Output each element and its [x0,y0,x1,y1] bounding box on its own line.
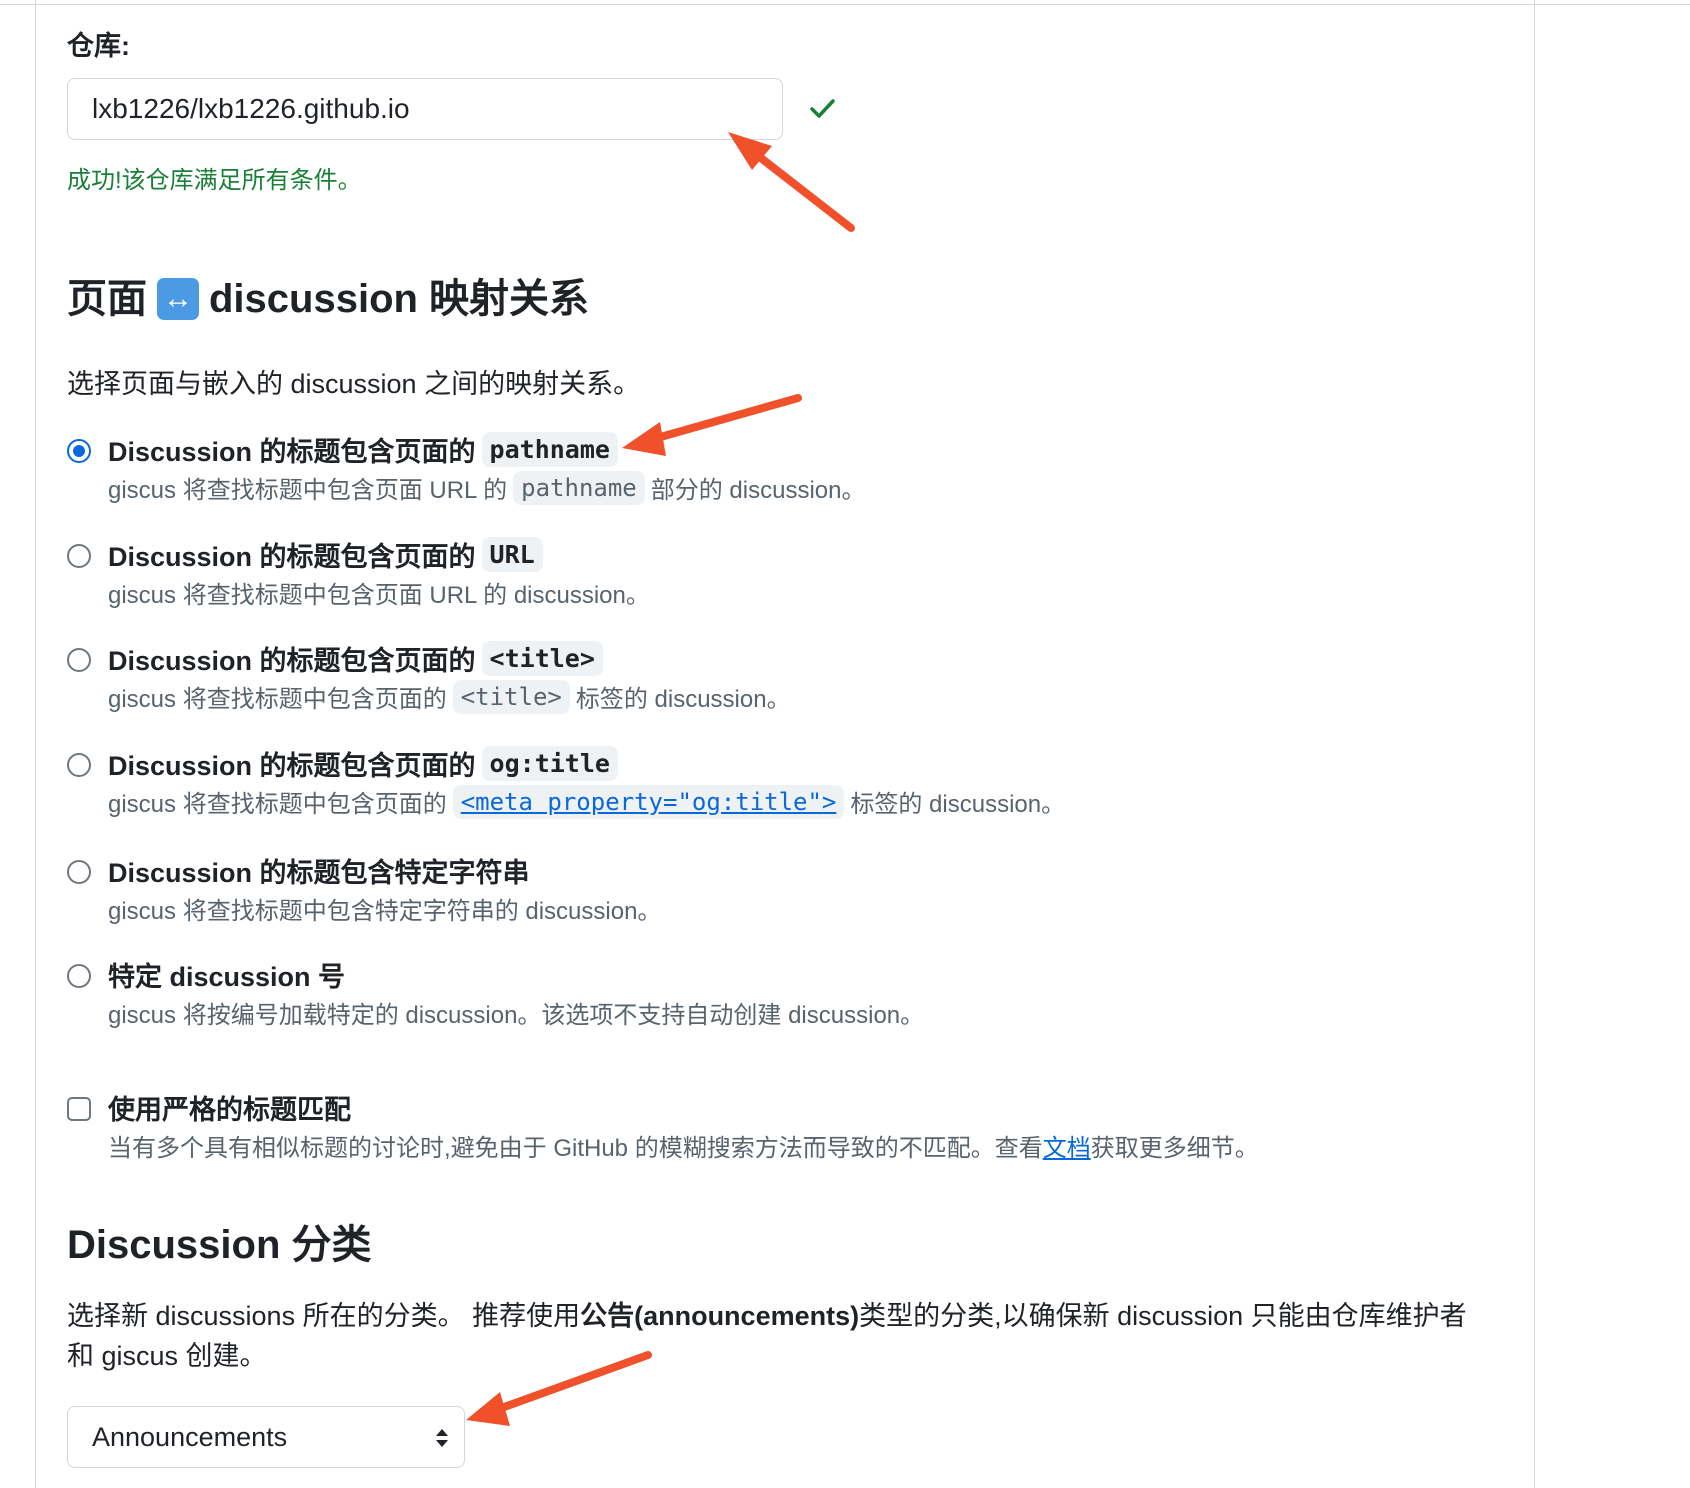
annotation-arrow [728,132,855,232]
annotation-arrow [622,394,802,456]
annotation-arrow [466,1351,652,1426]
annotation-layer [466,132,855,1426]
